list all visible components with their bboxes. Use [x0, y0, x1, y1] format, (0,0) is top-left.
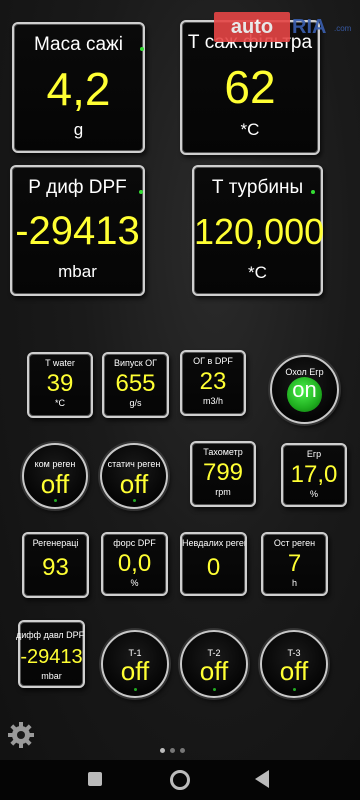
- gauge-label: Егр: [306, 449, 322, 459]
- toggle-label: Охол Егр: [285, 367, 324, 377]
- page-dot-active: [160, 748, 165, 753]
- gauge-unit: *C: [248, 263, 267, 282]
- status-led: [212, 688, 216, 691]
- watermark-suffix: .com: [334, 24, 352, 33]
- gauge-tachometer[interactable]: Тахометр 799 rpm: [190, 441, 256, 507]
- status-dot: [311, 190, 315, 194]
- status-led: [133, 688, 137, 691]
- gauge-value: 120,000: [194, 211, 325, 252]
- page-dot: [170, 748, 175, 753]
- toggle-label: статич реген: [107, 459, 161, 469]
- gauge-value: 17,0: [290, 461, 338, 488]
- gauge-remaining-regen[interactable]: Ост реген 7 h: [261, 532, 328, 596]
- gauge-value: 655: [115, 370, 156, 397]
- toggle-label: ком реген: [34, 459, 76, 469]
- toggle-t3[interactable]: T-3 off: [260, 630, 328, 698]
- gauge-unit: g: [73, 120, 84, 139]
- square-recents-icon[interactable]: [88, 772, 102, 786]
- toggle-value: off: [120, 656, 150, 686]
- gauge-unit: m3/h: [202, 396, 223, 406]
- page-dot: [180, 748, 185, 753]
- toggle-egr-cooling[interactable]: Охол Егр on: [270, 355, 339, 424]
- gauge-label: Т турбины: [211, 177, 304, 198]
- gauge-unit: %: [309, 489, 318, 499]
- gauge-unit: mbar: [58, 262, 97, 281]
- status-dot: [140, 47, 144, 51]
- triangle-back-icon[interactable]: [255, 770, 269, 788]
- gauge-soot-mass[interactable]: Маса сажі 4,2 g: [12, 22, 145, 153]
- toggle-t2[interactable]: T-2 off: [180, 630, 248, 698]
- toggle-value: off: [40, 469, 70, 499]
- page-indicator: [160, 740, 190, 758]
- gauge-label: Регенераці: [32, 538, 79, 548]
- gauge-failed-regens[interactable]: Невдалих реген 0: [180, 532, 247, 596]
- watermark-brand: auto: [214, 12, 290, 42]
- status-led: [132, 499, 136, 502]
- watermark-brand2: RIA: [292, 16, 327, 38]
- gauge-unit: g/s: [129, 398, 142, 408]
- gauge-value: 0: [206, 554, 221, 581]
- gauge-exhaust-output[interactable]: Випуск ОГ 655 g/s: [102, 352, 169, 418]
- gauge-value: 0,0: [117, 550, 152, 577]
- gauge-value: -29413: [15, 209, 140, 253]
- gauge-label: форс DPF: [113, 538, 156, 548]
- gauge-egr[interactable]: Егр 17,0 %: [281, 443, 347, 507]
- gauge-label: Маса сажі: [34, 34, 123, 55]
- gauge-label: ОГ в DPF: [193, 356, 233, 366]
- gauge-label: Р диф DPF: [28, 177, 127, 198]
- gauge-label: дифф давл DPF: [16, 630, 85, 640]
- status-led: [53, 499, 57, 502]
- gauge-label: Ост реген: [273, 538, 316, 548]
- gauge-turbo-temp[interactable]: Т турбины 120,000 *C: [192, 165, 325, 296]
- gauge-value: 62: [224, 61, 276, 113]
- watermark: auto RIA .com: [214, 6, 354, 50]
- status-dot: [139, 190, 143, 194]
- gauge-dpf-pressure[interactable]: Р диф DPF -29413 mbar: [10, 165, 145, 296]
- gauge-unit: *C: [54, 398, 65, 408]
- gauge-label: Невдалих реген: [182, 538, 245, 548]
- gauge-value: 7: [287, 550, 302, 577]
- gauge-unit: %: [130, 578, 139, 588]
- toggle-static-regen[interactable]: статич реген off: [100, 443, 168, 509]
- gear-icon[interactable]: [6, 720, 36, 750]
- toggle-value: off: [199, 656, 229, 686]
- gauge-value: 39: [46, 370, 74, 397]
- system-nav-bar: [0, 760, 360, 800]
- gauge-dpf-diff-pressure[interactable]: дифф давл DPF -29413 mbar: [16, 620, 85, 688]
- gauge-label: T water: [45, 358, 75, 368]
- gauge-value: 93: [42, 554, 69, 581]
- gauge-label: Тахометр: [203, 447, 243, 457]
- gauge-t-water[interactable]: T water 39 *C: [27, 352, 93, 418]
- toggle-value: off: [119, 469, 149, 499]
- status-led: [292, 688, 296, 691]
- gauge-unit: rpm: [215, 487, 231, 497]
- gauge-value: -29413: [20, 646, 83, 668]
- gauge-regenerations[interactable]: Регенераці 93: [22, 532, 89, 598]
- gauge-forced-dpf[interactable]: форс DPF 0,0 %: [101, 532, 168, 596]
- gauge-unit: *C: [240, 120, 260, 139]
- circle-home-icon[interactable]: [170, 770, 190, 790]
- gauge-value: 799: [202, 459, 244, 486]
- gauge-value: 23: [199, 368, 227, 395]
- toggle-value: off: [279, 656, 309, 686]
- gauge-unit: h: [291, 578, 297, 588]
- toggle-t1[interactable]: T-1 off: [101, 630, 169, 698]
- gauge-exhaust-into-dpf[interactable]: ОГ в DPF 23 m3/h: [180, 350, 246, 416]
- gauge-unit: mbar: [41, 671, 62, 681]
- toggle-command-regen[interactable]: ком реген off: [22, 443, 88, 509]
- toggle-value: on: [292, 377, 317, 402]
- gauge-value: 4,2: [46, 63, 111, 115]
- gauge-label: Випуск ОГ: [113, 358, 158, 368]
